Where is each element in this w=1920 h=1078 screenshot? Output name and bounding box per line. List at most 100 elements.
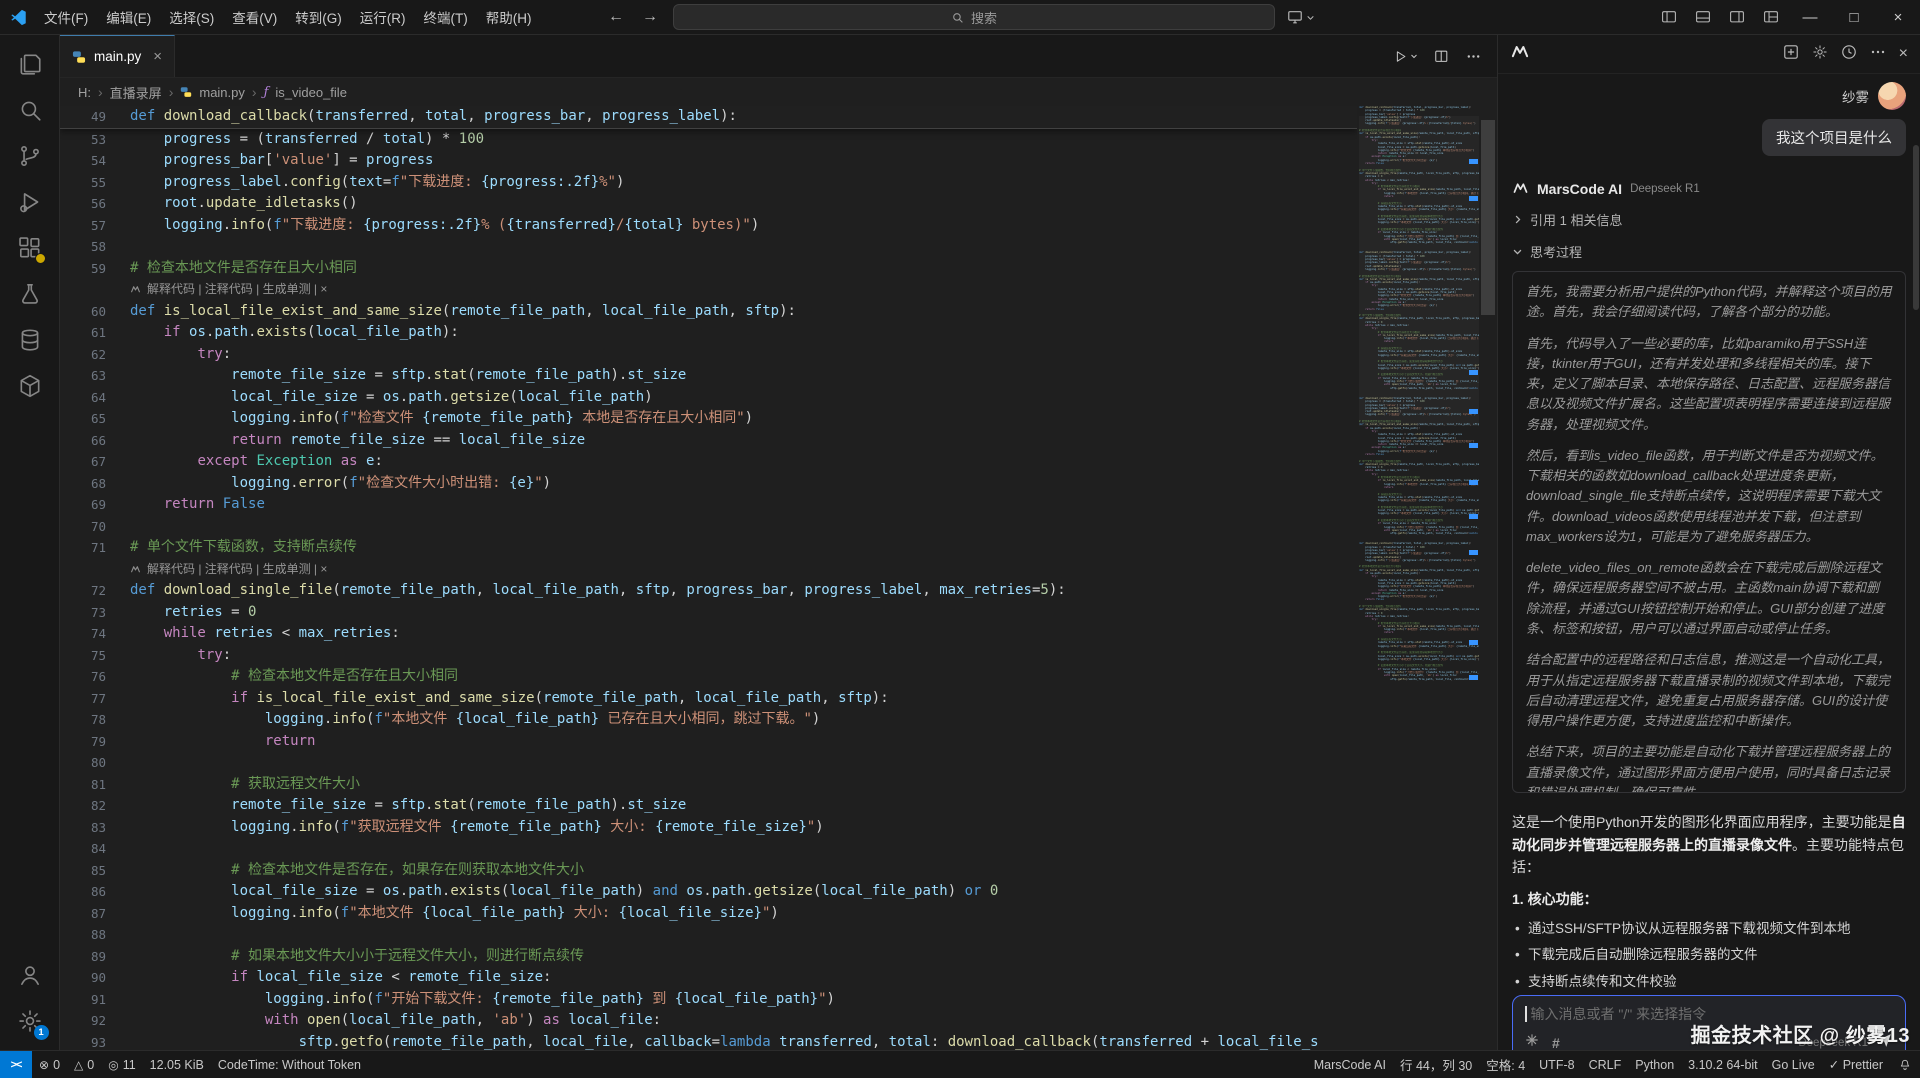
status-item[interactable]: UTF-8 bbox=[1532, 1051, 1581, 1078]
line-number[interactable]: 66 bbox=[60, 430, 106, 452]
code-line[interactable]: 85 # 检查本地文件是否存在，如果存在则获取本地文件大小 bbox=[60, 860, 1357, 882]
line-number[interactable]: 60 bbox=[60, 301, 106, 323]
line-number[interactable]: 89 bbox=[60, 946, 106, 968]
nav-back-icon[interactable]: ← bbox=[605, 8, 627, 26]
menu-item[interactable]: 运行(R) bbox=[351, 0, 415, 34]
line-number[interactable]: 86 bbox=[60, 881, 106, 903]
remote-target-icon[interactable] bbox=[1287, 0, 1315, 34]
topic-hash-icon[interactable]: # bbox=[1552, 1035, 1560, 1050]
panel-close-icon[interactable]: × bbox=[1899, 45, 1908, 63]
code-line[interactable]: 83 logging.info(f"获取远程文件 {remote_file_pa… bbox=[60, 817, 1357, 839]
code-line[interactable]: 87 logging.info(f"本地文件 {local_file_path}… bbox=[60, 903, 1357, 925]
maximize-button[interactable]: □ bbox=[1832, 0, 1876, 34]
codelens-actions[interactable]: 解释代码 | 注释代码 | 生成单测 | × bbox=[60, 559, 1357, 581]
line-number[interactable]: 65 bbox=[60, 408, 106, 430]
code-line[interactable]: 56 root.update_idletasks() bbox=[60, 193, 1357, 215]
code-line[interactable]: 63 remote_file_size = sftp.stat(remote_f… bbox=[60, 365, 1357, 387]
testing-flask-icon[interactable] bbox=[6, 271, 54, 317]
menu-item[interactable]: 编辑(E) bbox=[97, 0, 160, 34]
problems-errors[interactable]: ⊗0 bbox=[32, 1051, 67, 1078]
code-line[interactable]: 65 logging.info(f"检查文件 {remote_file_path… bbox=[60, 408, 1357, 430]
menu-item[interactable]: 终端(T) bbox=[415, 0, 477, 34]
code-line[interactable]: 92 with open(local_file_path, 'ab') as l… bbox=[60, 1010, 1357, 1032]
line-number[interactable]: 55 bbox=[60, 172, 106, 194]
line-number[interactable]: 69 bbox=[60, 494, 106, 516]
search-icon[interactable] bbox=[6, 87, 54, 133]
breadcrumb-drive[interactable]: H: bbox=[78, 85, 91, 100]
status-item[interactable]: Go Live bbox=[1765, 1051, 1822, 1078]
code-line[interactable]: 73 retries = 0 bbox=[60, 602, 1357, 624]
code-line[interactable]: 70 bbox=[60, 516, 1357, 538]
line-number[interactable]: 70 bbox=[60, 516, 106, 538]
thinking-toggle[interactable]: 思考过程 bbox=[1512, 242, 1906, 261]
problems-warnings[interactable]: △0 bbox=[67, 1051, 101, 1078]
line-number[interactable]: 49 bbox=[60, 106, 106, 128]
status-item[interactable]: ✓ Prettier bbox=[1822, 1051, 1890, 1078]
code-line[interactable]: 64 local_file_size = os.path.getsize(loc… bbox=[60, 387, 1357, 409]
more-actions-icon[interactable] bbox=[1459, 42, 1487, 70]
thinking-content[interactable]: 首先，我需要分析用户提供的Python代码，并解释这个项目的用途。首先，我会仔细… bbox=[1512, 271, 1906, 793]
line-number[interactable]: 72 bbox=[60, 580, 106, 602]
line-number[interactable]: 54 bbox=[60, 150, 106, 172]
code-line[interactable]: 62 try: bbox=[60, 344, 1357, 366]
references-toggle[interactable]: 引用 1 相关信息 bbox=[1512, 210, 1906, 229]
code-line[interactable]: 53 progress = (transferred / total) * 10… bbox=[60, 129, 1357, 151]
toggle-sidebar-icon[interactable] bbox=[1652, 0, 1686, 34]
line-number[interactable]: 77 bbox=[60, 688, 106, 710]
extensions-icon[interactable] bbox=[6, 225, 54, 271]
file-size[interactable]: 12.05 KiB bbox=[143, 1051, 211, 1078]
line-number[interactable]: 73 bbox=[60, 602, 106, 624]
tab-main-py[interactable]: main.py × bbox=[60, 35, 175, 77]
line-number[interactable]: 92 bbox=[60, 1010, 106, 1032]
code-line[interactable]: 57 logging.info(f"下载进度: {progress:.2f}% … bbox=[60, 215, 1357, 237]
toggle-secondary-sidebar-icon[interactable] bbox=[1720, 0, 1754, 34]
code-line[interactable]: 59# 检查本地文件是否存在且大小相同 bbox=[60, 258, 1357, 280]
line-number[interactable] bbox=[60, 559, 106, 581]
code-line[interactable]: 76 # 检查本地文件是否存在且大小相同 bbox=[60, 666, 1357, 688]
close-button[interactable]: × bbox=[1876, 0, 1920, 34]
command-search-input[interactable]: 搜索 bbox=[673, 4, 1275, 30]
run-debug-icon[interactable] bbox=[6, 179, 54, 225]
line-number[interactable]: 90 bbox=[60, 967, 106, 989]
breadcrumb-symbol[interactable]: is_video_file bbox=[275, 85, 347, 100]
menu-item[interactable]: 查看(V) bbox=[223, 0, 286, 34]
code-line[interactable]: 68 logging.error(f"检查文件大小时出错: {e}") bbox=[60, 473, 1357, 495]
line-number[interactable]: 75 bbox=[60, 645, 106, 667]
history-icon[interactable] bbox=[1841, 44, 1857, 65]
line-number[interactable]: 61 bbox=[60, 322, 106, 344]
line-number[interactable]: 78 bbox=[60, 709, 106, 731]
code-line[interactable]: 80 bbox=[60, 752, 1357, 774]
code-line[interactable]: 58 bbox=[60, 236, 1357, 258]
code-line[interactable]: 77 if is_local_file_exist_and_same_size(… bbox=[60, 688, 1357, 710]
line-number[interactable]: 76 bbox=[60, 666, 106, 688]
sticky-scroll-line[interactable]: 49def download_callback(transferred, tot… bbox=[60, 106, 1357, 129]
line-number[interactable]: 88 bbox=[60, 924, 106, 946]
code-line[interactable]: 67 except Exception as e: bbox=[60, 451, 1357, 473]
explorer-icon[interactable] bbox=[6, 41, 54, 87]
code-line[interactable]: 91 logging.info(f"开始下载文件: {remote_file_p… bbox=[60, 989, 1357, 1011]
breadcrumb-folder[interactable]: 直播录屏 bbox=[110, 83, 162, 102]
menu-item[interactable]: 转到(G) bbox=[286, 0, 351, 34]
line-number[interactable]: 82 bbox=[60, 795, 106, 817]
code-line[interactable]: 86 local_file_size = os.path.exists(loca… bbox=[60, 881, 1357, 903]
panel-scrollbar[interactable] bbox=[1913, 145, 1919, 310]
menu-item[interactable]: 选择(S) bbox=[160, 0, 223, 34]
line-number[interactable]: 64 bbox=[60, 387, 106, 409]
code-line[interactable]: 74 while retries < max_retries: bbox=[60, 623, 1357, 645]
settings-gear-icon[interactable]: 1 bbox=[6, 998, 54, 1044]
line-number[interactable]: 80 bbox=[60, 752, 106, 774]
toggle-panel-icon[interactable] bbox=[1686, 0, 1720, 34]
code-line[interactable]: 93 sftp.getfo(remote_file_path, local_fi… bbox=[60, 1032, 1357, 1051]
code-line[interactable]: 75 try: bbox=[60, 645, 1357, 667]
line-number[interactable]: 81 bbox=[60, 774, 106, 796]
line-number[interactable]: 63 bbox=[60, 365, 106, 387]
line-number[interactable]: 56 bbox=[60, 193, 106, 215]
panel-more-icon[interactable] bbox=[1870, 44, 1886, 65]
cube-extension-icon[interactable] bbox=[6, 363, 54, 409]
status-item[interactable]: 行 44，列 30 bbox=[1393, 1051, 1479, 1078]
breadcrumb[interactable]: H: › 直播录屏 › main.py › ƒ is_video_file bbox=[60, 78, 1497, 106]
nav-forward-icon[interactable]: → bbox=[639, 8, 661, 26]
remote-indicator[interactable]: >< bbox=[0, 1051, 32, 1078]
database-icon[interactable] bbox=[6, 317, 54, 363]
line-number[interactable]: 62 bbox=[60, 344, 106, 366]
